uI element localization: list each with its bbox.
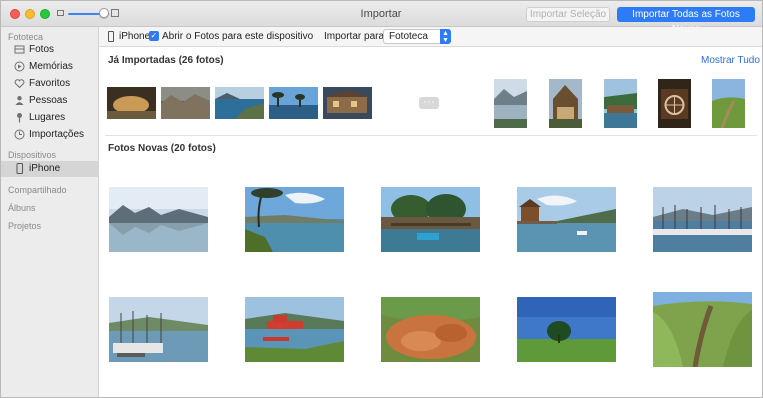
sidebar-item-label: Favoritos [29,78,71,89]
sidebar-item-label: Pessoas [29,95,68,106]
imported-photo[interactable] [215,87,264,119]
more-photos-icon[interactable]: ··· [419,95,439,109]
thumbnail-size-knob[interactable] [99,8,109,18]
section-divider [105,135,757,136]
sidebar-item-label: iPhone [29,163,61,174]
import-selection-button[interactable]: Importar Seleção [526,7,610,22]
imported-photo[interactable] [658,79,691,128]
device-name: iPhone [119,31,151,42]
imported-photo[interactable] [494,79,527,128]
open-photos-label[interactable]: Abrir o Fotos para este dispositivo [162,31,313,42]
imported-photo[interactable] [161,87,210,119]
sidebar-item-label: Memórias [29,61,73,72]
chevron-updown-icon: ▲ ▼ [440,29,451,44]
import-all-new-button[interactable]: Importar Todas as Fotos Novas [617,7,755,35]
iphone-icon [108,31,114,42]
iphone-icon [14,163,25,174]
sidebar-item-iphone[interactable]: iPhone [1,161,98,177]
sidebar-item-people[interactable]: Pessoas [1,93,98,109]
sidebar-section-projects[interactable]: Projetos [8,221,41,231]
new-photo[interactable] [517,297,616,362]
sidebar-section-library[interactable]: Fototeca [8,32,43,42]
zoom-button[interactable] [40,9,50,19]
sidebar-section-shared[interactable]: Compartilhado [8,185,67,195]
imported-photo[interactable] [107,87,156,119]
person-icon [14,95,25,106]
new-photo[interactable] [381,187,480,252]
new-photo[interactable] [381,297,480,362]
import-main: iPhone ✓ Abrir o Fotos para este disposi… [99,27,762,397]
sidebar-item-favorites[interactable]: Favoritos [1,76,98,92]
heart-icon [14,78,25,89]
open-photos-checkbox[interactable]: ✓ [149,31,159,41]
new-photo[interactable] [245,187,344,252]
sidebar-item-photos[interactable]: Fotos [1,42,98,58]
new-photo[interactable] [653,187,752,252]
new-photo[interactable] [517,187,616,252]
memories-icon [14,61,25,72]
large-thumbnail-icon [111,9,119,17]
imported-photo[interactable] [269,87,318,119]
pin-icon [14,112,25,123]
sidebar-item-label: Lugares [29,112,66,123]
new-photo[interactable] [109,297,208,362]
import-to-value: Fototeca [389,31,428,42]
already-imported-heading: Já Importadas (26 fotos) [108,55,224,66]
small-thumbnail-icon [57,10,64,16]
new-photos-heading: Fotos Novas (20 fotos) [108,143,216,154]
sidebar-item-places[interactable]: Lugares [1,110,98,126]
close-button[interactable] [10,9,20,19]
sidebar: Fototeca Fotos Memórias Favoritos Pessoa… [1,27,99,397]
sidebar-section-albums[interactable]: Álbuns [8,203,36,213]
import-to-select[interactable]: Fototeca ▲ ▼ [383,29,451,44]
minimize-button[interactable] [25,9,35,19]
sidebar-item-label: Importações [29,129,85,140]
title-bar: Importar Importar Seleção Importar Todas… [1,1,762,35]
sidebar-item-memories[interactable]: Memórias [1,59,98,75]
import-window: Importar Importar Seleção Importar Todas… [0,0,763,398]
new-photo[interactable] [109,187,208,252]
window-title: Importar [360,8,402,20]
sidebar-section-devices[interactable]: Dispositivos [8,150,56,160]
imported-photo[interactable] [712,79,745,128]
photos-icon [14,44,25,55]
show-all-link[interactable]: Mostrar Tudo [701,55,760,66]
imported-photo[interactable] [604,79,637,128]
clock-icon [14,129,25,140]
import-to-label: Importar para: [324,31,387,42]
new-photo[interactable] [653,292,752,367]
sidebar-item-imports[interactable]: Importações [1,127,98,143]
imported-photo[interactable] [323,87,372,119]
sidebar-item-label: Fotos [29,44,55,55]
device-toolbar: iPhone ✓ Abrir o Fotos para este disposi… [99,27,762,47]
imported-photo[interactable] [549,79,582,128]
new-photo[interactable] [245,297,344,362]
